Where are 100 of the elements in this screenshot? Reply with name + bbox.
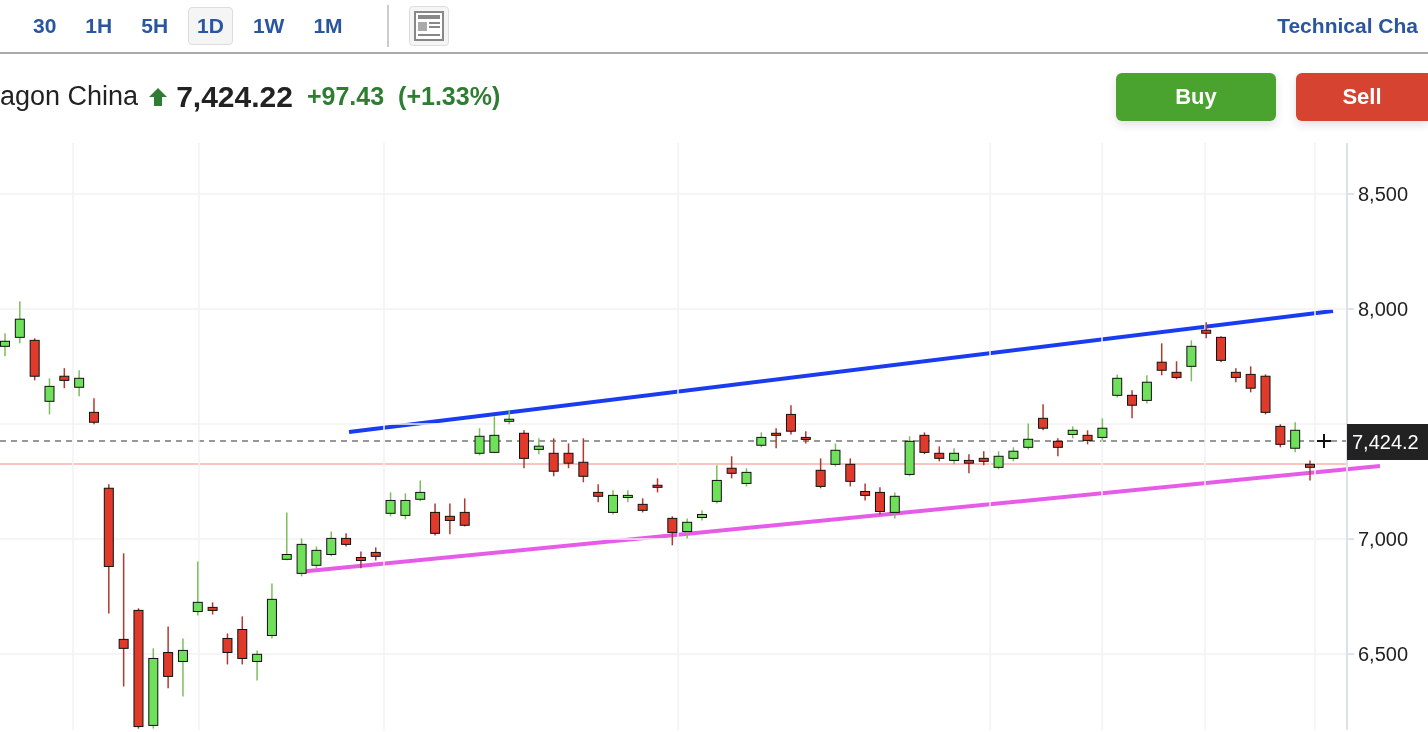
candle [192, 560, 203, 617]
candle [563, 442, 574, 469]
candle [1305, 459, 1315, 482]
timeframe-button[interactable]: 5H [132, 7, 178, 45]
candle [874, 486, 885, 516]
candle [400, 492, 411, 521]
candle [622, 489, 633, 504]
candle [89, 397, 99, 426]
technical-chart-link[interactable]: Technical Cha [1277, 14, 1418, 38]
candle [489, 415, 500, 455]
candle [949, 447, 960, 466]
timeframe-button[interactable]: 30 [24, 7, 66, 45]
candle [341, 532, 352, 548]
price-axis-label: 8,000 [1358, 298, 1409, 321]
candle [889, 491, 900, 520]
candle [326, 530, 337, 558]
candle [1230, 367, 1241, 383]
candle [652, 477, 663, 494]
trend-line[interactable] [348, 309, 1334, 434]
candle [963, 453, 974, 475]
sell-button[interactable]: Sell [1296, 72, 1428, 121]
candle [548, 437, 559, 478]
last-price: 7,424.22 [176, 79, 293, 114]
candle [1023, 422, 1034, 451]
candle [0, 332, 10, 357]
candle [578, 437, 589, 483]
candle [1097, 417, 1108, 442]
layout-button[interactable] [408, 6, 449, 46]
candle [741, 467, 752, 488]
candle [1186, 339, 1197, 383]
candle [177, 637, 188, 698]
candle [1141, 374, 1152, 405]
candle [756, 431, 767, 449]
candle [222, 632, 233, 666]
price-change: +97.43 [306, 82, 385, 111]
candle [237, 615, 248, 666]
candle [697, 509, 707, 522]
candle [1275, 423, 1286, 449]
candle [682, 517, 693, 540]
candle [1201, 321, 1212, 340]
candle [1052, 437, 1063, 458]
candle [667, 515, 678, 547]
candle [934, 445, 945, 463]
candle [1112, 373, 1123, 399]
crosshair-icon [1316, 433, 1332, 449]
price-axis-label: 8,500 [1358, 183, 1409, 206]
candle [830, 442, 841, 468]
candle [845, 457, 856, 488]
price-axis-label: 7,000 [1358, 528, 1409, 551]
candle [533, 437, 544, 455]
candle [207, 601, 218, 616]
candle [1290, 421, 1301, 454]
candle [296, 537, 307, 578]
candle [711, 464, 722, 505]
candle [1171, 360, 1182, 380]
price-tag: 7,424.2 [1347, 424, 1428, 460]
candle [1216, 335, 1226, 363]
candle [281, 511, 292, 561]
candle [1156, 342, 1167, 377]
candle [1067, 425, 1078, 440]
layout-icon [413, 11, 444, 41]
price-axis-label: 6,500 [1358, 643, 1409, 666]
percent-change: (+1.33%) [398, 82, 501, 111]
candle [252, 649, 263, 682]
candle [266, 582, 277, 640]
candle [860, 482, 871, 502]
candle [415, 479, 426, 503]
candle [978, 450, 989, 466]
candle [815, 457, 826, 489]
candle [726, 455, 737, 480]
candle [593, 483, 604, 504]
timeframe-button[interactable]: 1H [76, 7, 122, 45]
candle [430, 502, 441, 537]
candle [504, 409, 515, 426]
candle [785, 404, 796, 436]
candle [474, 427, 485, 457]
candle [1038, 403, 1049, 432]
candle [1008, 446, 1019, 463]
candle [608, 489, 618, 516]
candle [29, 337, 40, 382]
timeframe-button[interactable]: 1M [304, 7, 352, 45]
candle [519, 429, 530, 469]
timeframe-button[interactable]: 1D [188, 7, 233, 45]
candle [800, 430, 811, 445]
candle [637, 497, 648, 514]
candle [1082, 429, 1093, 446]
candle [311, 545, 322, 570]
timeframe-button[interactable]: 1W [243, 7, 294, 45]
candle [1245, 365, 1256, 394]
candle [44, 377, 55, 416]
candle [59, 367, 70, 389]
instrument-name: agon China [0, 81, 139, 112]
candle [771, 427, 782, 449]
candle [163, 625, 174, 690]
candle [444, 502, 455, 535]
candle [993, 450, 1004, 471]
candle [14, 300, 25, 345]
candle [74, 369, 85, 397]
candle [1260, 373, 1271, 416]
candle [385, 491, 396, 518]
